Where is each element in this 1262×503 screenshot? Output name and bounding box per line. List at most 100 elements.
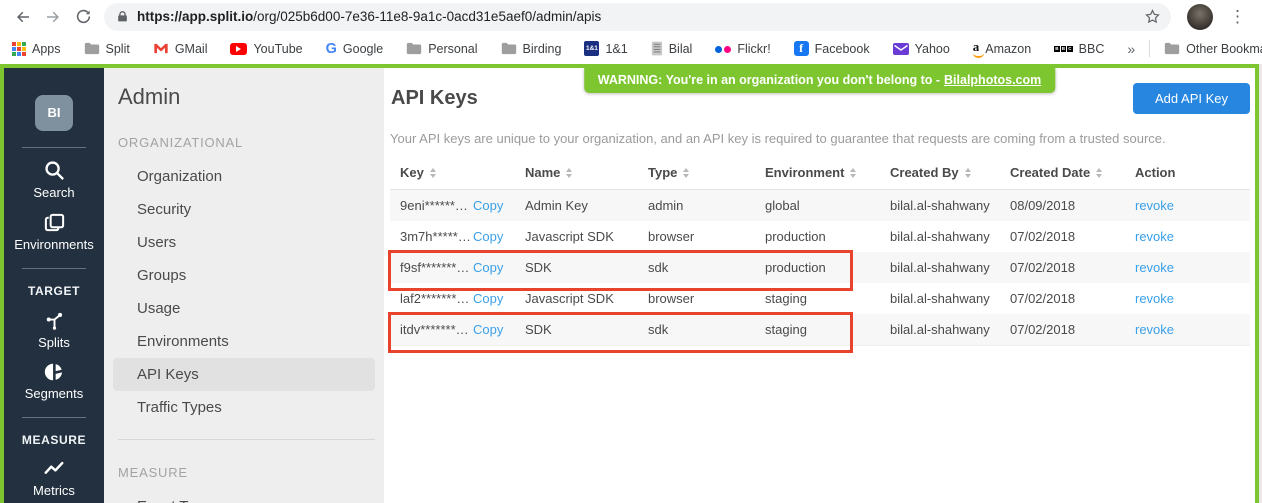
gmail-icon [153, 42, 169, 55]
column-header-type[interactable]: Type [648, 165, 765, 180]
sidebar-item-segments[interactable]: Segments [4, 361, 104, 401]
browser-toolbar: https://app.split.io/org/025b6d00-7e36-1… [0, 0, 1262, 33]
revoke-link[interactable]: revoke [1135, 198, 1174, 213]
admin-nav-item-api-keys[interactable]: API Keys [113, 358, 375, 391]
menu-icon[interactable]: ⋮ [1223, 7, 1252, 27]
apps-grid-icon [12, 42, 26, 56]
main-content: WARNING: You're in an organization you d… [384, 68, 1255, 503]
sidebar-divider [22, 417, 86, 418]
column-header-key[interactable]: Key [390, 165, 525, 180]
cell-type: browser [648, 229, 765, 244]
column-header-environment[interactable]: Environment [765, 165, 890, 180]
bookmark-item[interactable]: YouTube [230, 42, 302, 56]
column-header-name[interactable]: Name [525, 165, 648, 180]
revoke-link[interactable]: revoke [1135, 260, 1174, 275]
bookmark-item[interactable]: Personal [406, 42, 477, 56]
cell-environment: staging [765, 322, 890, 337]
sidebar-item-environments[interactable]: Environments [4, 211, 104, 252]
bookmark-item[interactable]: Birding [501, 42, 562, 56]
cell-action: revoke [1135, 291, 1250, 306]
flickr-icon [715, 42, 731, 56]
bookmark-item[interactable]: Bilal [651, 41, 693, 56]
column-header-created-date[interactable]: Created Date [1010, 165, 1135, 180]
add-api-key-button[interactable]: Add API Key [1133, 83, 1250, 114]
profile-avatar[interactable] [1187, 4, 1213, 30]
star-icon [1144, 8, 1161, 25]
warning-link[interactable]: Bilalphotos.com [944, 73, 1041, 87]
admin-nav-item-environments[interactable]: Environments [113, 325, 375, 358]
yahoo-mail-icon [893, 43, 909, 55]
bookmark-item[interactable]: aAmazon [973, 39, 1031, 58]
bookmark-label: Personal [428, 42, 477, 56]
bookmark-item[interactable]: Split [84, 42, 130, 56]
document-icon [651, 41, 663, 56]
admin-nav-item-event-types[interactable]: Event Types [113, 490, 375, 503]
column-label: Key [400, 165, 424, 180]
forward-button[interactable] [38, 3, 68, 31]
column-header-action: Action [1135, 165, 1250, 180]
cell-type: sdk [648, 260, 765, 275]
revoke-link[interactable]: revoke [1135, 322, 1174, 337]
admin-nav-item-organization[interactable]: Organization [113, 160, 375, 193]
copy-link[interactable]: Copy [473, 291, 503, 306]
bookmark-star-button[interactable] [1139, 4, 1165, 30]
admin-nav-item-usage[interactable]: Usage [113, 292, 375, 325]
bookmark-label: Flickr! [737, 42, 770, 56]
copy-link[interactable]: Copy [473, 198, 503, 213]
cell-key: laf2*******…Copy [390, 291, 525, 306]
bookmark-label: BBC [1079, 42, 1105, 56]
bookmark-item[interactable]: GMail [153, 42, 208, 56]
url-text: https://app.split.io/org/025b6d00-7e36-1… [137, 9, 1139, 24]
column-label: Name [525, 165, 560, 180]
bookmark-label: Split [106, 42, 130, 56]
sort-arrows-icon [430, 168, 436, 178]
api-key-masked: f9sf*******… [400, 260, 473, 275]
bookmark-item[interactable]: fFacebook [794, 41, 870, 56]
revoke-link[interactable]: revoke [1135, 229, 1174, 244]
admin-nav-item-users[interactable]: Users [113, 226, 375, 259]
omnibox[interactable]: https://app.split.io/org/025b6d00-7e36-1… [104, 3, 1171, 31]
bookmarks-divider [1149, 40, 1150, 57]
revoke-link[interactable]: revoke [1135, 291, 1174, 306]
cell-environment: global [765, 198, 890, 213]
copy-link[interactable]: Copy [473, 260, 503, 275]
bookmark-label: GMail [175, 42, 208, 56]
api-key-masked: itdv*******… [400, 322, 473, 337]
column-header-created-by[interactable]: Created By [890, 165, 1010, 180]
cell-created-by: bilal.al-shahwany [890, 322, 1010, 337]
folder-icon [501, 42, 517, 55]
sidebar-item-splits[interactable]: Splits [4, 309, 104, 350]
bookmark-item[interactable]: 1&11&1 [584, 41, 627, 56]
reload-button[interactable] [68, 3, 98, 31]
sidebar-item-metrics[interactable]: Metrics [4, 458, 104, 498]
copy-link[interactable]: Copy [473, 322, 503, 337]
copy-link[interactable]: Copy [473, 229, 503, 244]
cell-action: revoke [1135, 260, 1250, 275]
sort-arrows-icon [1096, 168, 1102, 178]
amazon-icon: a [973, 39, 980, 58]
bookmark-item[interactable]: Yahoo [893, 42, 950, 56]
bookmarks-overflow-chevron[interactable]: » [1127, 41, 1135, 57]
bookmark-item[interactable]: Flickr! [715, 42, 770, 56]
admin-nav-item-security[interactable]: Security [113, 193, 375, 226]
table-row: laf2*******…CopyJavascript SDKbrowsersta… [390, 283, 1250, 314]
cell-name: Javascript SDK [525, 229, 648, 244]
admin-nav-item-groups[interactable]: Groups [113, 259, 375, 292]
bookmark-label: Facebook [815, 42, 870, 56]
forward-icon [44, 8, 62, 26]
admin-nav-item-traffic-types[interactable]: Traffic Types [113, 391, 375, 424]
back-icon [14, 8, 32, 26]
cell-name: SDK [525, 260, 648, 275]
bookmarks-right-group: » Other Bookmarks [1127, 40, 1262, 57]
cell-action: revoke [1135, 229, 1250, 244]
bookmark-item[interactable]: Apps [12, 42, 61, 56]
bookmark-item[interactable]: BBCBBC [1054, 42, 1104, 56]
back-button[interactable] [8, 3, 38, 31]
cell-created-date: 07/02/2018 [1010, 291, 1135, 306]
cell-action: revoke [1135, 322, 1250, 337]
org-avatar[interactable]: BI [35, 95, 73, 131]
other-bookmarks-folder[interactable]: Other Bookmarks [1164, 42, 1262, 56]
cell-created-date: 07/02/2018 [1010, 229, 1135, 244]
bookmark-item[interactable]: GGoogle [326, 41, 384, 57]
sidebar-item-search[interactable]: Search [4, 159, 104, 200]
